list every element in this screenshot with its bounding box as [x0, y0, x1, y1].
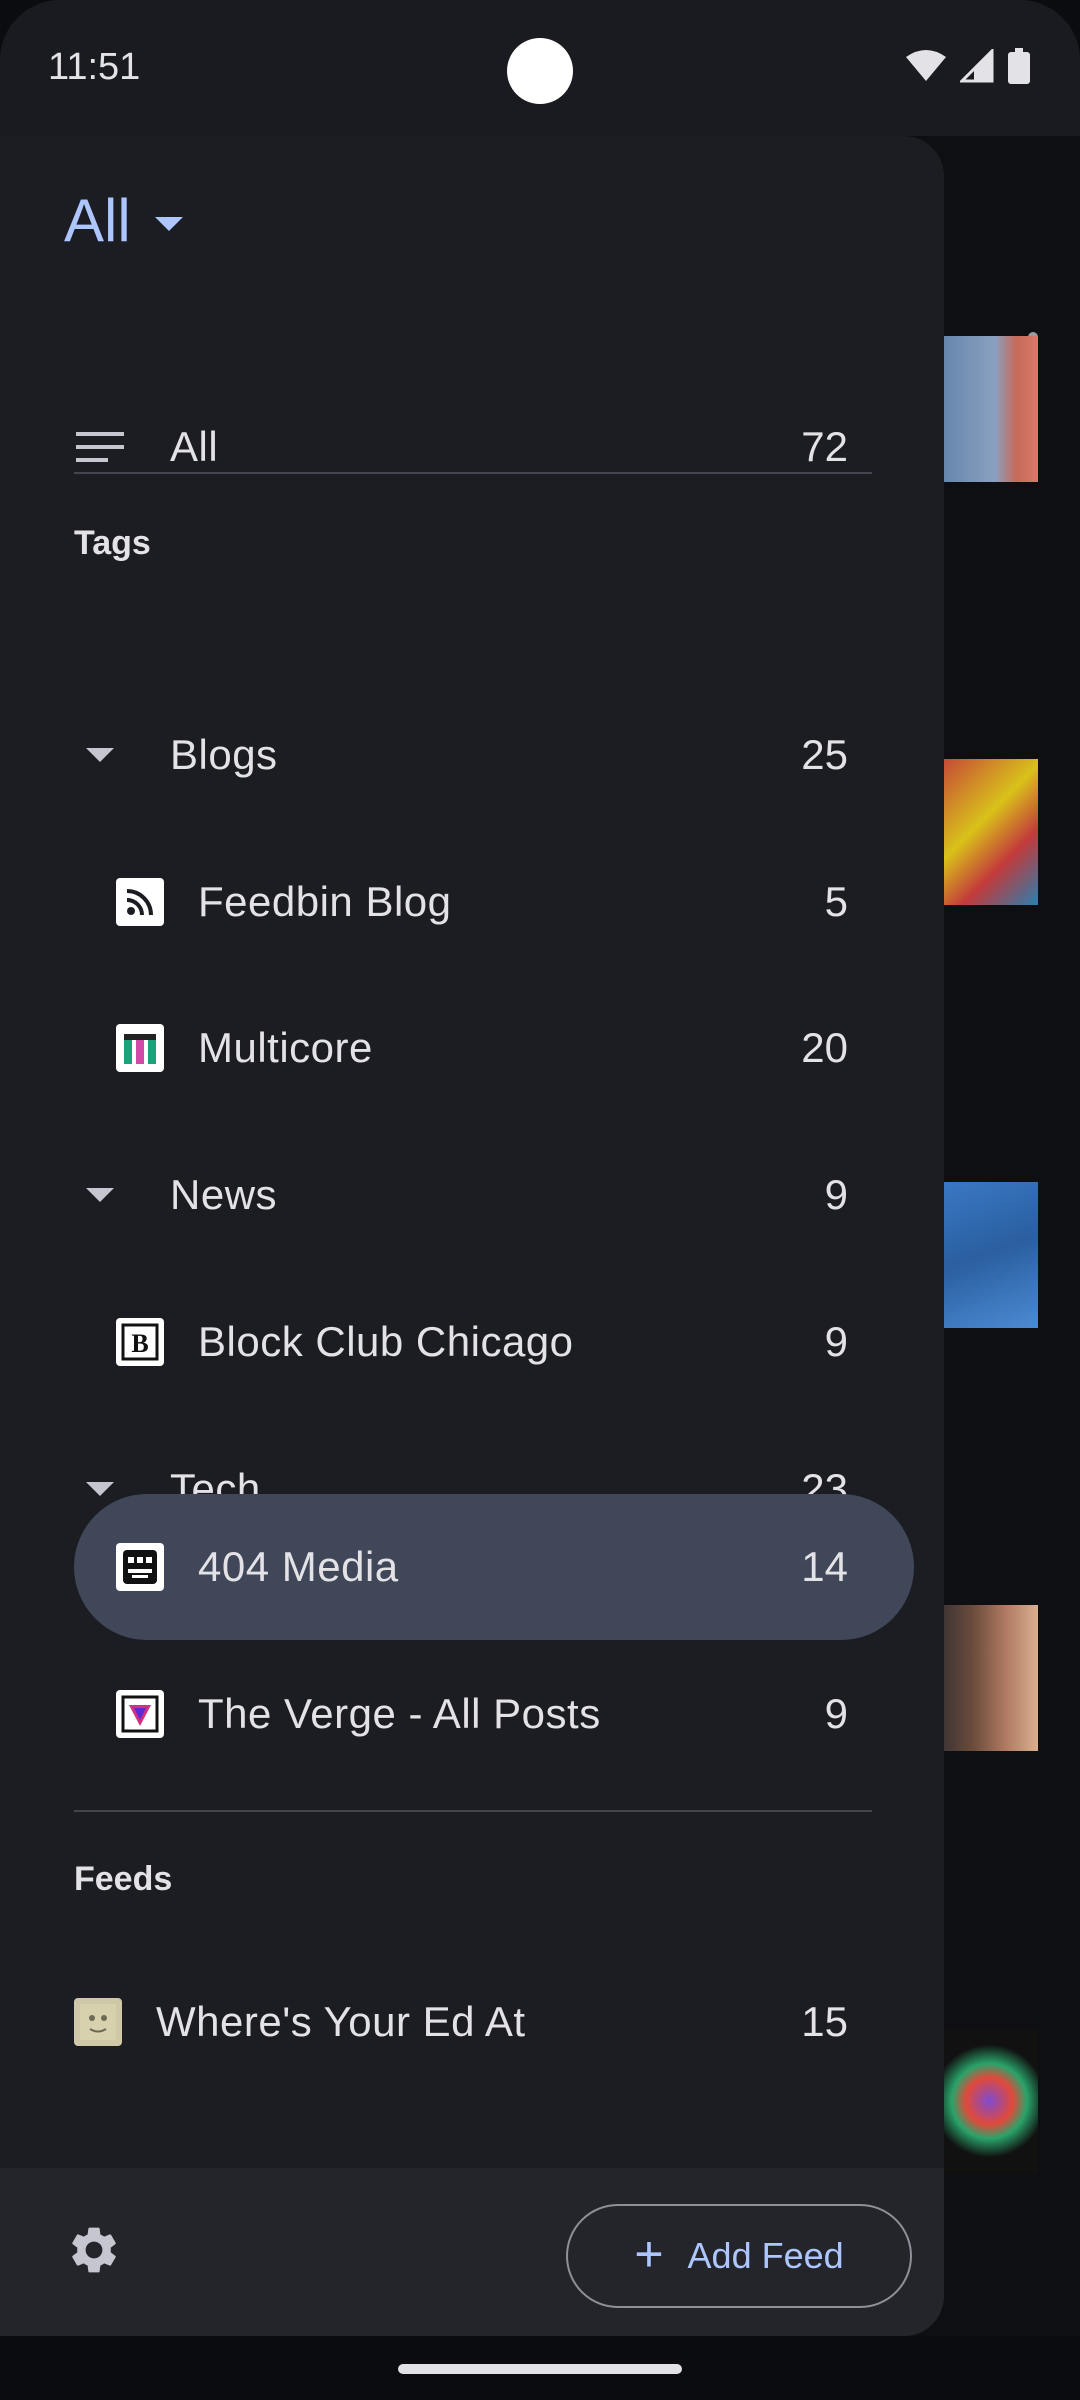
unread-count: 9 — [824, 1318, 848, 1365]
rss-icon — [116, 878, 164, 926]
plus-icon: + — [634, 2226, 664, 2282]
feed-row-multicore[interactable]: Multicore 20 — [116, 975, 848, 1121]
divider — [74, 472, 872, 474]
row-label: News — [170, 1171, 278, 1218]
article-thumbnail[interactable] — [930, 336, 1038, 482]
row-label: Block Club Chicago — [198, 1318, 574, 1365]
drawer-header-dropdown[interactable]: All — [64, 186, 183, 255]
ed-at-icon — [74, 1998, 122, 2046]
feed-row-the-verge[interactable]: The Verge - All Posts 9 — [116, 1641, 848, 1787]
camera-cutout — [507, 38, 573, 104]
row-label: Multicore — [198, 1024, 373, 1071]
verge-icon — [116, 1690, 164, 1738]
multicore-icon — [116, 1024, 164, 1072]
home-gesture-handle[interactable] — [398, 2364, 682, 2374]
collapse-caret-icon[interactable] — [74, 1188, 126, 1202]
unread-count: 20 — [801, 1024, 848, 1071]
signal-icon — [960, 49, 994, 83]
article-thumbnail[interactable] — [930, 759, 1038, 905]
tag-row-blogs[interactable]: Blogs 25 — [74, 682, 848, 828]
feed-row-block-club-chicago[interactable]: B Block Club Chicago 9 — [116, 1269, 848, 1415]
article-thumbnail[interactable] — [930, 2028, 1038, 2174]
404-media-icon — [116, 1543, 164, 1591]
dropdown-caret-icon — [154, 216, 183, 231]
unread-count: 15 — [801, 1998, 848, 2045]
unread-count: 72 — [801, 423, 848, 470]
add-feed-label: Add Feed — [687, 2235, 844, 2276]
row-label: 404 Media — [198, 1543, 399, 1590]
block-club-icon: B — [116, 1318, 164, 1366]
add-feed-button[interactable]: + Add Feed — [566, 2204, 912, 2308]
status-icons — [906, 48, 1030, 84]
navigation-drawer: All All 72 Tags Blogs 25 Feedbin Blog 5 … — [0, 136, 944, 2336]
tag-row-news[interactable]: News 9 — [74, 1122, 848, 1268]
unread-count: 9 — [824, 1690, 848, 1737]
wifi-icon — [906, 50, 946, 81]
row-label: Feedbin Blog — [198, 878, 452, 925]
section-label-feeds: Feeds — [74, 1860, 173, 1898]
svg-text:B: B — [131, 1329, 148, 1358]
row-label: Where's Your Ed At — [156, 1998, 526, 2045]
unread-count: 5 — [824, 878, 848, 925]
all-articles-row[interactable]: All 72 — [74, 374, 848, 520]
divider — [74, 1810, 872, 1812]
section-label-tags: Tags — [74, 524, 151, 562]
feed-row-404-media[interactable]: 404 Media 14 — [116, 1494, 848, 1640]
drawer-bottom-bar: + Add Feed — [0, 2168, 944, 2336]
article-thumbnail[interactable] — [930, 1605, 1038, 1751]
settings-gear-icon[interactable] — [66, 2222, 122, 2278]
row-label: All — [170, 423, 219, 470]
row-label: The Verge - All Posts — [198, 1690, 601, 1737]
unread-count: 9 — [824, 1171, 848, 1218]
status-bar: 11:51 — [0, 0, 1080, 136]
drawer-title: All — [64, 187, 131, 254]
row-label: Blogs — [170, 731, 278, 778]
list-icon — [74, 430, 126, 464]
battery-icon — [1008, 48, 1030, 84]
feed-row-wheres-your-ed-at[interactable]: Where's Your Ed At 15 — [74, 1949, 848, 2095]
collapse-caret-icon[interactable] — [74, 748, 126, 762]
unread-count: 25 — [801, 731, 848, 778]
status-time: 11:51 — [48, 46, 141, 88]
article-thumbnail[interactable] — [930, 1182, 1038, 1328]
unread-count: 14 — [801, 1543, 848, 1590]
feed-row-feedbin-blog[interactable]: Feedbin Blog 5 — [116, 829, 848, 975]
